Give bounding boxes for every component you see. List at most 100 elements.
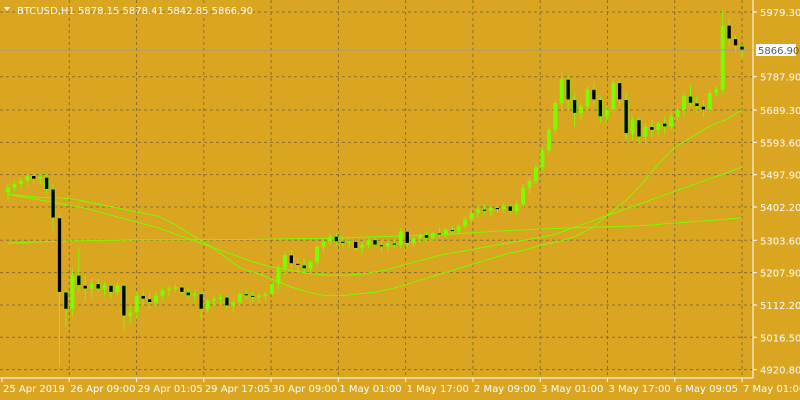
candle-body-bull (212, 298, 217, 301)
candle-body-bear (507, 205, 513, 212)
candle-body-bull (128, 312, 133, 316)
candle-body-bull (579, 106, 584, 114)
candle-body-bull (269, 283, 274, 294)
price-tick-label: 5593.60 (760, 138, 800, 149)
plot-background (0, 0, 800, 400)
candle-body-bear (95, 283, 101, 290)
candle-body-bull (521, 187, 526, 205)
candle-body-bear (694, 102, 700, 107)
candle-body-bear (424, 234, 429, 239)
candle-body-bear (121, 285, 127, 317)
candle-body-bear (44, 177, 49, 190)
time-tick-label: 3 May 17:00 (608, 384, 670, 395)
candle-body-bear (340, 241, 346, 244)
candle-body-bull (585, 89, 590, 107)
chart: 5979.30 5787.90 5689.30 5593.60 5497.90 5402.… (0, 0, 800, 400)
candle-body-bear (404, 231, 410, 244)
candle-body-bull (308, 261, 313, 269)
candle-body-bear (662, 122, 668, 127)
candle (585, 86, 590, 110)
price-tick-label: 5497.90 (760, 171, 800, 182)
candle-body-bull (38, 177, 43, 180)
candle-body-bull (12, 184, 17, 188)
candle (521, 184, 526, 208)
candle-body-bull (682, 96, 687, 110)
candle-body-bear (57, 217, 62, 293)
candle-body-bear (372, 239, 378, 246)
candle-body-bull (630, 119, 635, 134)
candle-body-bull (321, 241, 326, 247)
candle-body-bear (31, 175, 37, 180)
candle-body-bear (701, 106, 706, 111)
candle-body-bull (102, 285, 107, 289)
candle-body-bear (185, 291, 191, 296)
price-tick-label: 5303.60 (760, 236, 800, 247)
candle-body-bear (50, 188, 56, 219)
price-tick-label: 5787.90 (760, 73, 800, 84)
candle-body-bull (160, 290, 165, 296)
candle-body-bull (643, 126, 648, 137)
price-tick-label: 5016.50 (760, 333, 800, 344)
candle-body-bear (76, 275, 82, 286)
candle-body-bull (430, 233, 435, 239)
candle-body-bear (250, 295, 255, 298)
candle-body-bull (707, 92, 712, 110)
price-tick-label: 5402.20 (760, 203, 800, 214)
candle-body-bear (63, 291, 69, 310)
candle (553, 99, 558, 134)
chart-svg: 5979.30 5787.90 5689.30 5593.60 5497.90 5402.… (0, 0, 800, 400)
candle-body-bull (604, 109, 609, 117)
candle-body-bull (501, 206, 506, 210)
candle-body-bull (205, 300, 210, 310)
candle-body-bull (192, 293, 197, 296)
time-tick-label: 29 Apr 01:05 (138, 384, 203, 395)
candle-body-bull (385, 243, 390, 247)
candle-body-bull (656, 123, 661, 131)
candle-body-bull (418, 234, 423, 239)
candle (70, 268, 75, 316)
candle-body-bear (437, 232, 442, 236)
candle-body-bear (108, 285, 114, 293)
time-tick-label: 6 May 09:05 (676, 384, 738, 395)
time-tick-label: 25 Apr 2019 (3, 384, 65, 395)
candle-body-bear (623, 99, 629, 134)
candle-body-bear (295, 263, 301, 266)
candle-body-bear (495, 207, 500, 210)
candle-body-bull (553, 103, 558, 131)
candle-body-bull (282, 255, 287, 269)
time-tick-label: 2 May 09:00 (474, 384, 536, 395)
candle-body-bear (224, 296, 230, 307)
candle-body-bull (276, 268, 281, 284)
candle-body-bull (463, 219, 468, 227)
candle-body-bull (443, 229, 448, 235)
current-price-label: 5866.90 (758, 46, 799, 57)
candle-body-bull (315, 246, 320, 262)
candle-body-bear (243, 293, 249, 296)
candle-body-bear (482, 209, 487, 212)
candle-body-bull (115, 285, 120, 293)
candle-body-bear (726, 25, 732, 40)
candle-body-bull (166, 288, 171, 291)
candle-body-bull (347, 241, 352, 244)
candle-body-bull (546, 130, 551, 151)
candle-body-bull (18, 180, 23, 185)
chart-header: BTCUSD,H1 5878.15 5878.41 5842.85 5866.9… (4, 6, 253, 17)
candle-body-bull (89, 283, 94, 289)
candle-body-bear (733, 38, 738, 46)
candle-body-bear (449, 229, 455, 232)
price-tick-label: 5207.90 (760, 269, 800, 280)
candle (707, 89, 712, 114)
candle-body-bull (669, 116, 674, 127)
candle-body-bull (611, 82, 616, 110)
current-price-badge: 5866.90 (756, 44, 799, 57)
candle-body-bear (392, 242, 397, 246)
time-tick-label: 26 Apr 09:00 (70, 384, 135, 395)
candle-body-bear (288, 254, 294, 264)
candle-body-bull (540, 150, 545, 168)
candle (546, 126, 551, 154)
candle (611, 79, 616, 114)
ohlc-readout: 5878.15 5878.41 5842.85 5866.90 (78, 6, 253, 17)
candle-body-bull (25, 175, 30, 181)
candle-body-bull (360, 244, 365, 249)
candle-body-bull (154, 295, 159, 303)
